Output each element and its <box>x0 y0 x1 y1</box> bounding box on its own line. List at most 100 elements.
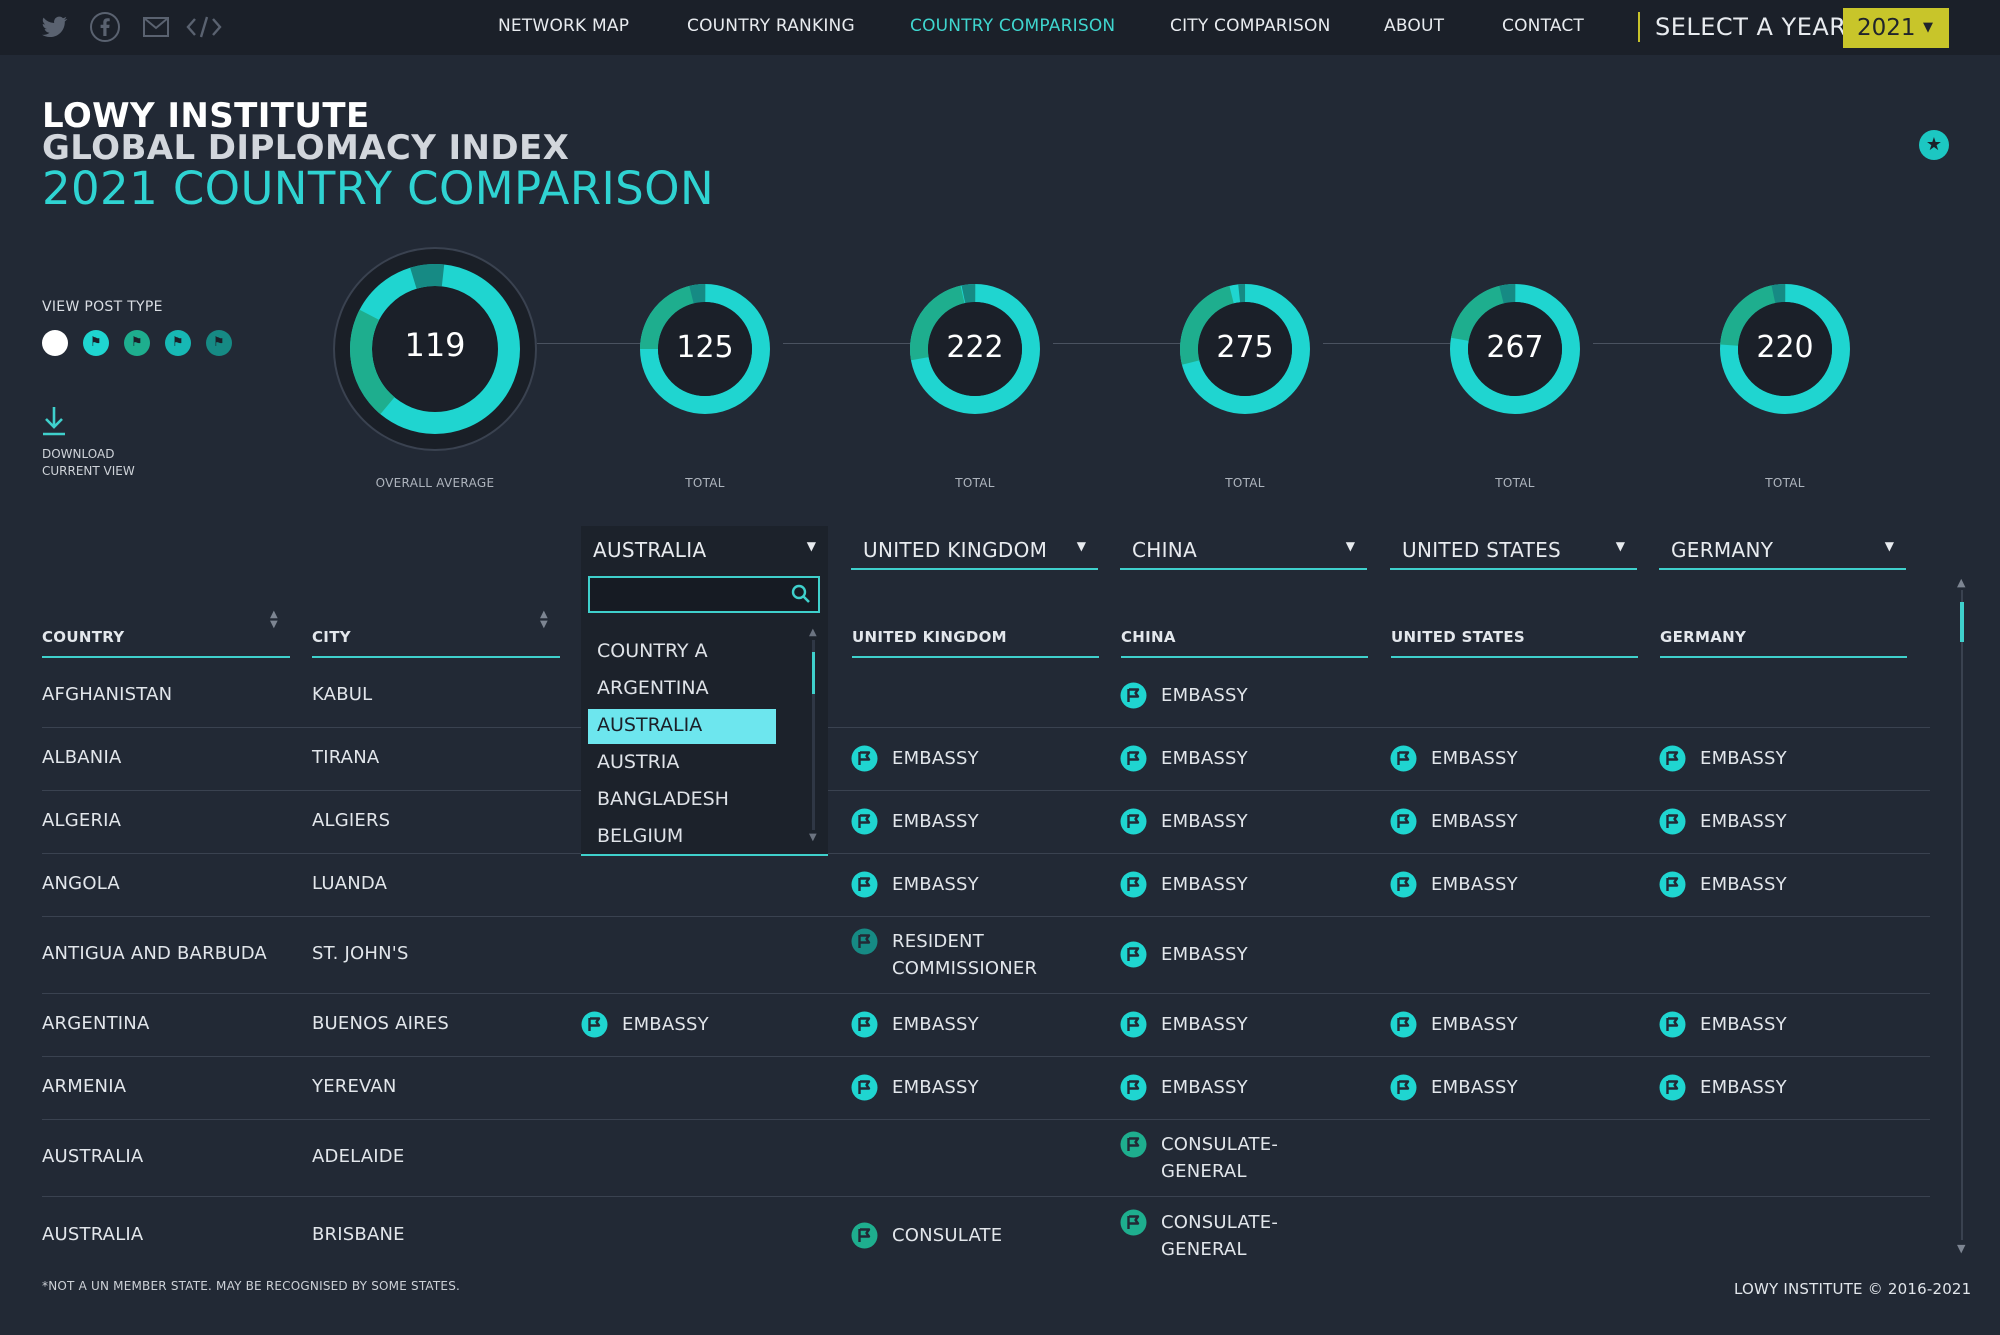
cell-country: ARMENIA <box>42 1075 127 1097</box>
donut-caption: OVERALL AVERAGE <box>375 476 495 490</box>
country-select-4[interactable]: UNITED STATES ▼ <box>1390 526 1637 570</box>
scroll-up-icon[interactable]: ▲ <box>1957 576 1965 589</box>
flag-icon <box>1120 682 1147 709</box>
post-entry[interactable]: EMBASSY <box>851 745 1052 772</box>
nav-contact[interactable]: CONTACT <box>1502 16 1584 36</box>
dropdown-option[interactable]: BANGLADESH <box>588 783 776 818</box>
sort-city-icon[interactable]: ▲ ▼ <box>540 610 548 630</box>
embed-code-icon[interactable] <box>186 12 222 42</box>
post-type-label: EMBASSY <box>1700 1013 1787 1035</box>
mail-icon[interactable] <box>143 12 169 42</box>
filter-consulate-flag-icon[interactable]: ⚑ <box>124 330 150 356</box>
sort-country-icon[interactable]: ▲ ▼ <box>270 610 278 630</box>
facebook-icon[interactable] <box>89 12 121 42</box>
post-entry[interactable]: EMBASSY <box>1120 1011 1321 1038</box>
post-type-label: EMBASSY <box>1161 747 1248 769</box>
donut-united-states: 267 <box>1449 283 1581 415</box>
post-entry[interactable]: EMBASSY <box>1390 1011 1591 1038</box>
flag-icon <box>1390 1011 1417 1038</box>
post-entry[interactable]: EMBASSY <box>1120 1074 1321 1101</box>
post-entry[interactable]: EMBASSY <box>851 1011 1052 1038</box>
year-select[interactable]: 2021 ▼ <box>1843 8 1949 48</box>
flag-icon <box>851 928 878 955</box>
post-entry[interactable]: CONSULATE-GENERAL <box>1120 1209 1321 1263</box>
post-entry[interactable]: EMBASSY <box>1390 871 1591 898</box>
table-scrollbar[interactable] <box>1961 590 1963 1240</box>
dropdown-scroll-down-icon[interactable]: ▼ <box>809 832 817 843</box>
post-entry[interactable]: CONSULATE <box>851 1222 1052 1249</box>
flag-icon <box>1390 871 1417 898</box>
filter-all-posts[interactable] <box>42 330 68 356</box>
dropdown-option[interactable]: COUNTRY A <box>588 635 776 670</box>
cell-city: KABUL <box>312 683 373 705</box>
flag-icon <box>1390 745 1417 772</box>
row-divider <box>42 993 1930 994</box>
download-icon[interactable] <box>42 405 66 441</box>
filter-mission-flag-icon[interactable]: ⚑ <box>165 330 191 356</box>
download-current-view-label[interactable]: DOWNLOAD CURRENT VIEW <box>42 446 162 480</box>
post-type-label: EMBASSY <box>1431 873 1518 895</box>
row-divider <box>42 790 1930 791</box>
header-underline <box>42 656 290 658</box>
scroll-down-icon[interactable]: ▼ <box>1957 1242 1965 1255</box>
header-underline <box>312 656 560 658</box>
nav-network-map[interactable]: NETWORK MAP <box>498 16 629 36</box>
country-select-2[interactable]: UNITED KINGDOM ▼ <box>851 526 1098 570</box>
dropdown-option[interactable]: AUSTRIA <box>588 746 776 781</box>
post-entry[interactable]: EMBASSY <box>1659 808 1860 835</box>
dropdown-option[interactable]: ARGENTINA <box>588 672 776 707</box>
dropdown-scrollbar-thumb[interactable] <box>812 652 815 694</box>
dropdown-search-input[interactable] <box>590 578 780 611</box>
country-select-3[interactable]: CHINA ▼ <box>1120 526 1367 570</box>
filter-other-flag-icon[interactable]: ⚑ <box>206 330 232 356</box>
column-header-city[interactable]: CITY <box>312 628 351 646</box>
post-entry[interactable]: EMBASSY <box>851 871 1052 898</box>
twitter-icon[interactable] <box>40 12 70 42</box>
post-entry[interactable]: EMBASSY <box>1659 1074 1860 1101</box>
dropdown-option-selected[interactable]: AUSTRALIA <box>588 709 776 744</box>
filter-embassy-flag-icon[interactable]: ⚑ <box>83 330 109 356</box>
donut-china: 275 <box>1179 283 1311 415</box>
nav-country-comparison[interactable]: COUNTRY COMPARISON <box>910 16 1115 36</box>
year-select-value: 2021 <box>1857 15 1916 41</box>
post-entry[interactable]: EMBASSY <box>1659 745 1860 772</box>
flag-icon <box>581 1011 608 1038</box>
column-header-united-states: UNITED STATES <box>1391 628 1525 646</box>
post-entry[interactable]: EMBASSY <box>851 1074 1052 1101</box>
post-entry[interactable]: EMBASSY <box>1120 871 1321 898</box>
post-entry[interactable]: EMBASSY <box>1390 808 1591 835</box>
country-select-5[interactable]: GERMANY ▼ <box>1659 526 1906 570</box>
row-divider <box>42 1119 1930 1120</box>
post-entry[interactable]: RESIDENT COMMISSIONER <box>851 928 1052 982</box>
cell-country: AUSTRALIA <box>42 1224 144 1245</box>
post-entry[interactable]: EMBASSY <box>1120 941 1321 968</box>
post-entry[interactable]: EMBASSY <box>1390 1074 1591 1101</box>
dropdown-scroll-up-icon[interactable]: ▲ <box>809 627 817 638</box>
footnote: *NOT A UN MEMBER STATE. MAY BE RECOGNISE… <box>42 1279 461 1293</box>
post-entry[interactable]: EMBASSY <box>1659 871 1860 898</box>
post-entry[interactable]: EMBASSY <box>851 808 1052 835</box>
nav-about[interactable]: ABOUT <box>1384 16 1444 36</box>
row-divider <box>42 727 1930 728</box>
country-select-1-open[interactable]: AUSTRALIA ▼ <box>581 526 828 570</box>
column-header-country[interactable]: COUNTRY <box>42 628 124 646</box>
post-type-label: CONSULATE <box>892 1225 1003 1246</box>
post-entry[interactable]: EMBASSY <box>1120 682 1321 709</box>
donut-value: 222 <box>946 330 1004 365</box>
post-entry[interactable]: EMBASSY <box>1120 745 1321 772</box>
post-entry[interactable]: EMBASSY <box>1120 808 1321 835</box>
table-scrollbar-thumb[interactable] <box>1960 602 1964 642</box>
post-entry[interactable]: EMBASSY <box>1659 1011 1860 1038</box>
post-entry[interactable]: CONSULATE-GENERAL <box>1120 1131 1321 1185</box>
post-type-label: EMBASSY <box>892 873 979 895</box>
star-icon[interactable]: ★ <box>1919 130 1949 160</box>
column-header-united-kingdom: UNITED KINGDOM <box>852 628 1007 646</box>
nav-country-ranking[interactable]: COUNTRY RANKING <box>687 16 855 36</box>
dropdown-option[interactable]: BELGIUM <box>588 820 776 855</box>
post-entry[interactable]: EMBASSY <box>581 1011 782 1038</box>
country-select-value: UNITED STATES <box>1402 538 1562 562</box>
flag-icon <box>851 808 878 835</box>
post-entry[interactable]: EMBASSY <box>1390 745 1591 772</box>
search-icon[interactable] <box>791 584 811 608</box>
nav-city-comparison[interactable]: CITY COMPARISON <box>1170 16 1330 36</box>
